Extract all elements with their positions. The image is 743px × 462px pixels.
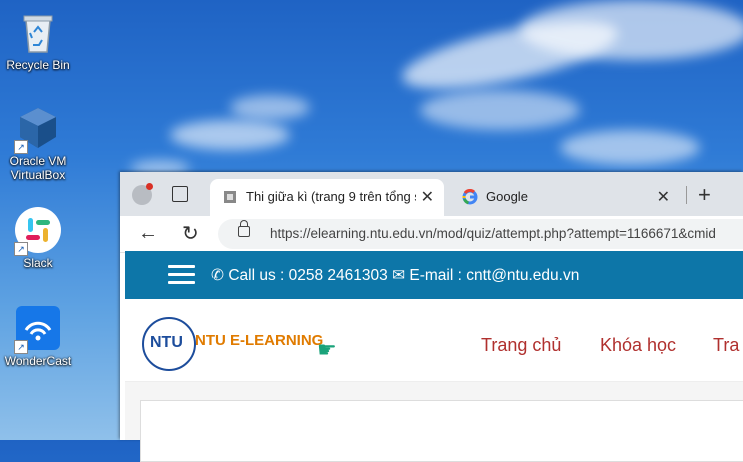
virtualbox-icon: ↗ xyxy=(14,104,62,154)
mail-icon: ✉ xyxy=(392,267,406,284)
tab-title: Google xyxy=(486,189,528,204)
slack-icon: ↗ xyxy=(14,206,62,256)
url-text: https://elearning.ntu.edu.vn/mod/quiz/at… xyxy=(270,226,716,241)
contact-email: E-mail : cntt@ntu.edu.vn xyxy=(409,267,580,284)
contact-call: Call us : 0258 2461303 xyxy=(228,267,388,284)
moodle-favicon-icon xyxy=(224,191,236,203)
address-bar[interactable]: https://elearning.ntu.edu.vn/mod/quiz/at… xyxy=(218,219,743,249)
tab-google[interactable]: Google ✕ xyxy=(450,179,680,216)
cloud xyxy=(170,120,290,150)
cloud xyxy=(420,90,580,130)
cloud xyxy=(520,0,743,60)
site-topbar: ✆ Call us : 0258 2461303 ✉ E-mail : cntt… xyxy=(125,251,743,299)
hamburger-menu-icon[interactable] xyxy=(168,265,195,285)
tab-quiz[interactable]: Thi giữa kì (trang 9 trên tổng số ✕ xyxy=(210,179,444,216)
divider xyxy=(686,186,687,204)
desktop-icon-slack[interactable]: ↗ Slack xyxy=(0,206,76,270)
google-favicon-icon xyxy=(462,189,478,205)
tab-actions-icon[interactable] xyxy=(172,186,188,202)
browser-window: Thi giữa kì (trang 9 trên tổng số ✕ Goog… xyxy=(120,172,743,462)
cloud xyxy=(560,130,700,165)
wondercast-icon: ↗ xyxy=(14,304,62,354)
pointing-hand-icon: ☛ xyxy=(317,337,337,362)
desktop-icon-label: WonderCast xyxy=(4,354,72,368)
nav-link-courses[interactable]: Khóa học xyxy=(600,335,676,356)
lock-icon[interactable] xyxy=(238,220,250,237)
ntu-logo[interactable]: NTU xyxy=(142,317,196,371)
shortcut-arrow-icon: ↗ xyxy=(14,242,28,256)
content-card xyxy=(140,400,743,462)
desktop-icon-label: Oracle VM VirtualBox xyxy=(9,154,67,182)
contact-info: ✆ Call us : 0258 2461303 ✉ E-mail : cntt… xyxy=(211,266,579,285)
desktop-icon-recycle-bin[interactable]: Recycle Bin xyxy=(0,8,76,72)
shortcut-arrow-icon: ↗ xyxy=(14,140,28,154)
site-header: NTU NTU E-LEARNING ☛ Trang chủ Khóa học … xyxy=(125,299,743,382)
site-brand[interactable]: NTU E-LEARNING xyxy=(195,332,323,349)
nav-link-more[interactable]: Tra xyxy=(713,335,739,356)
desktop-icon-wondercast[interactable]: ↗ WonderCast xyxy=(0,304,76,368)
desktop-icon-label: Slack xyxy=(23,256,53,270)
tab-bar: Thi giữa kì (trang 9 trên tổng số ✕ Goog… xyxy=(120,172,743,216)
page-content xyxy=(125,382,743,462)
phone-icon: ✆ xyxy=(211,267,224,284)
close-tab-icon[interactable]: ✕ xyxy=(421,187,434,207)
notification-dot xyxy=(146,183,153,190)
cloud xyxy=(230,95,310,120)
recycle-bin-icon xyxy=(14,8,62,56)
reload-icon[interactable]: ↻ xyxy=(182,221,199,246)
navigation-bar: ← ↻ https://elearning.ntu.edu.vn/mod/qui… xyxy=(120,216,743,253)
shortcut-arrow-icon: ↗ xyxy=(14,340,28,354)
new-tab-plus-icon[interactable]: + xyxy=(698,182,711,208)
tab-title: Thi giữa kì (trang 9 trên tổng số xyxy=(246,189,416,204)
back-arrow-icon[interactable]: ← xyxy=(138,222,158,245)
desktop-icon-virtualbox[interactable]: ↗ Oracle VM VirtualBox xyxy=(0,104,76,182)
nav-link-home[interactable]: Trang chủ xyxy=(481,335,561,356)
logo-text: NTU xyxy=(150,334,183,351)
desktop-icon-label: Recycle Bin xyxy=(6,58,70,72)
close-tab-icon[interactable]: ✕ xyxy=(657,187,670,207)
